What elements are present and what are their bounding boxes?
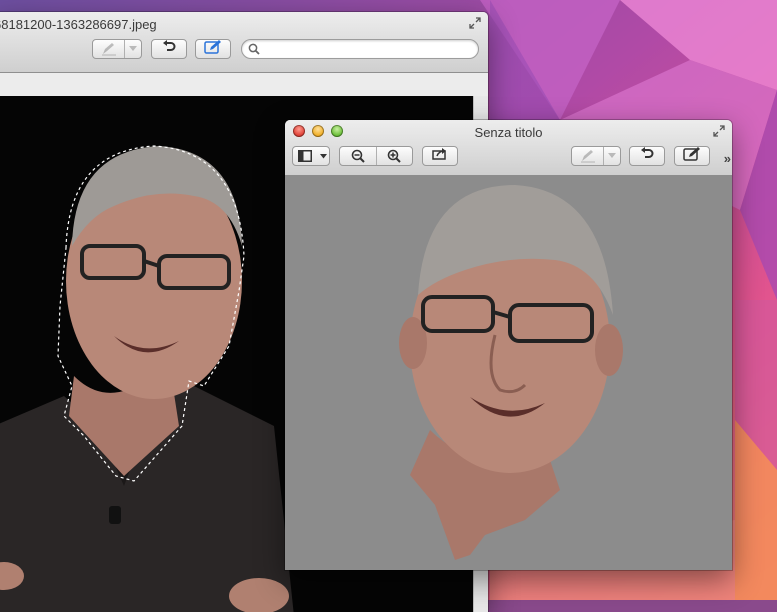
fullscreen-icon[interactable] [468, 16, 482, 30]
edit-toolbar-icon [683, 146, 701, 166]
zoom-in-button[interactable] [375, 147, 413, 165]
rotate-left-icon [640, 146, 654, 166]
image-canvas[interactable] [285, 175, 732, 570]
rotate-button[interactable] [629, 146, 665, 166]
edit-toolbar-button[interactable] [674, 146, 710, 166]
zoom-out-icon [351, 149, 365, 163]
rotate-left-icon [162, 39, 176, 59]
window-title: Senza titolo [474, 125, 543, 140]
sidebar-view-button[interactable] [292, 146, 330, 166]
chevron-down-icon [124, 40, 141, 58]
zoom-control[interactable] [339, 146, 413, 166]
sidebar-view-icon [293, 147, 317, 165]
window-titlebar[interactable]: 68181200-1363286697.jpeg [0, 12, 488, 73]
search-field[interactable] [241, 39, 479, 59]
toolbar-overflow-button[interactable]: » [724, 151, 731, 166]
chevron-down-icon [317, 147, 329, 165]
annotate-button[interactable] [92, 39, 142, 59]
window-titlebar[interactable]: Senza titolo » [285, 120, 732, 176]
annotate-button[interactable] [571, 146, 621, 166]
fullscreen-icon[interactable] [712, 124, 726, 138]
zoom-out-button[interactable] [340, 147, 376, 165]
edit-toolbar-icon [204, 39, 222, 59]
window-title: 68181200-1363286697.jpeg [0, 17, 157, 32]
pen-annotate-icon [572, 147, 603, 165]
rotate-button[interactable] [151, 39, 187, 59]
zoom-in-icon [387, 149, 401, 163]
search-icon [248, 43, 260, 55]
chevron-down-icon [603, 147, 620, 165]
search-input[interactable] [264, 41, 468, 59]
preview-window-front[interactable]: Senza titolo » [285, 120, 732, 570]
pen-annotate-icon [93, 40, 124, 58]
share-button[interactable] [422, 146, 458, 166]
edit-toolbar-button[interactable] [195, 39, 231, 59]
cropped-head-image [285, 175, 732, 570]
share-icon [432, 147, 448, 165]
